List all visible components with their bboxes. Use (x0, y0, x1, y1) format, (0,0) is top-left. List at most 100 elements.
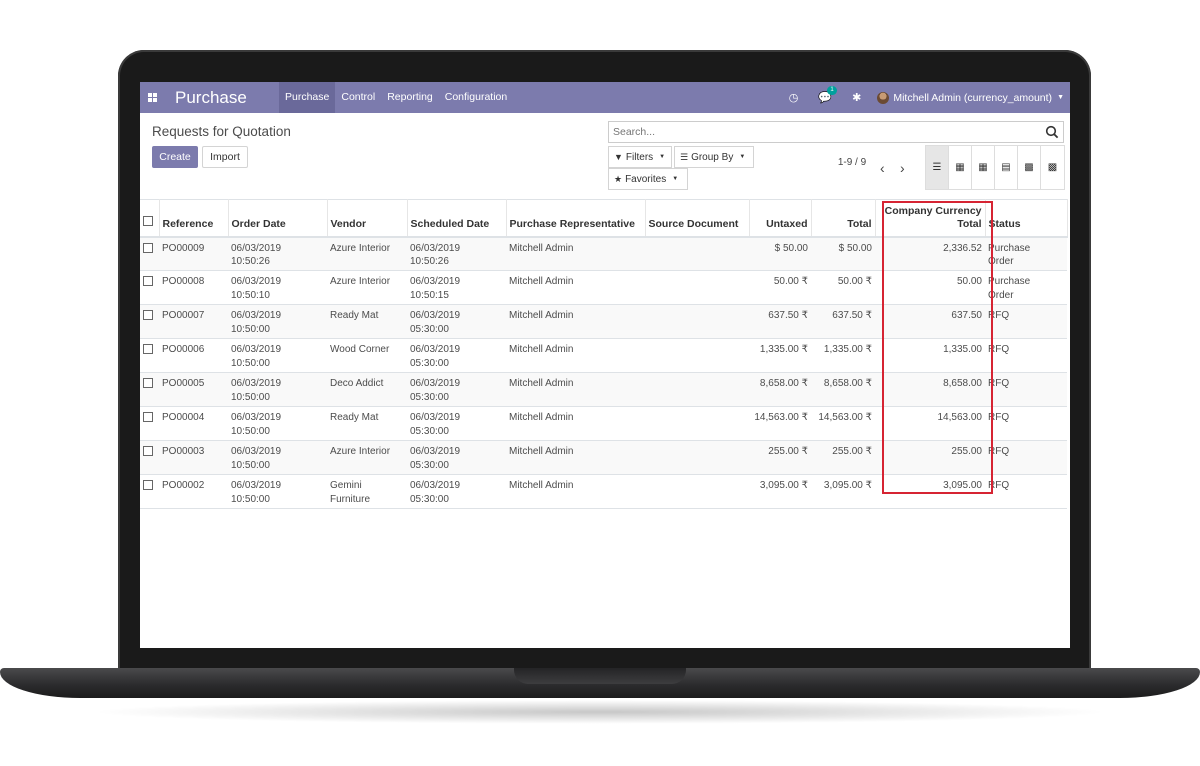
cell-purchase-representative: Mitchell Admin (506, 304, 645, 339)
cell-scheduled-date: 06/03/2019 05:30:00 (407, 474, 506, 509)
menu-item-control[interactable]: Control (335, 82, 381, 113)
menu-item-reporting[interactable]: Reporting (381, 82, 439, 113)
screen: Purchase Purchase Control Reporting Configu… (140, 82, 1070, 648)
cell-purchase-representative: Mitchell Admin (506, 338, 645, 373)
cell-total: 255.00 ₹ (811, 440, 875, 475)
cell-purchase-representative: Mitchell Admin (506, 474, 645, 509)
page-title: Requests for Quotation (152, 124, 291, 139)
apps-menu-icon[interactable] (140, 82, 164, 113)
column-header-total[interactable]: Total (811, 199, 876, 238)
column-header-order-date[interactable]: Order Date (228, 199, 328, 238)
pager-value[interactable]: 1-9 / 9 (836, 156, 868, 170)
user-menu[interactable]: Mitchell Admin (currency_amount) ▼ (877, 91, 1064, 104)
cell-untaxed: 255.00 ₹ (749, 440, 811, 475)
menu-item-configuration[interactable]: Configuration (439, 82, 513, 113)
favorites-button[interactable]: ★ Favorites ▼ (608, 168, 688, 190)
column-header-status[interactable]: Status (985, 199, 1068, 238)
cell-reference: PO00004 (159, 406, 228, 441)
top-navbar: Purchase Purchase Control Reporting Configu… (140, 82, 1070, 113)
cell-untaxed: 50.00 ₹ (749, 270, 811, 305)
cell-company-currency-total: 1,335.00 (875, 338, 985, 373)
table-row[interactable]: PO00004 06/03/2019 10:50:00 Ready Mat 06/03… (140, 406, 1067, 441)
pager-next-icon[interactable]: › (900, 160, 905, 176)
favorites-label: Favorites (625, 173, 667, 185)
row-checkbox[interactable] (143, 344, 153, 354)
cell-status: RFQ (985, 372, 1067, 407)
table-row[interactable]: PO00007 06/03/2019 10:50:00 Ready Mat 06/03… (140, 304, 1067, 339)
cell-source-document (645, 304, 749, 339)
column-header-company-currency-total[interactable]: Company Currency Total (875, 199, 986, 238)
list-view-icon[interactable]: ☰ (926, 146, 949, 189)
messages-badge: 1 (827, 86, 837, 95)
pager-previous-icon[interactable]: ‹ (880, 160, 885, 176)
row-checkbox[interactable] (143, 378, 153, 388)
column-header-untaxed[interactable]: Untaxed (749, 199, 812, 238)
kanban-view-icon[interactable]: ▦ (949, 146, 972, 189)
row-checkbox[interactable] (143, 242, 153, 253)
column-header-scheduled-date[interactable]: Scheduled Date (407, 199, 507, 238)
cell-scheduled-date: 06/03/2019 05:30:00 (407, 338, 506, 373)
row-checkbox[interactable] (143, 412, 153, 422)
cell-order-date: 06/03/2019 10:50:26 (228, 236, 327, 271)
cell-order-date: 06/03/2019 10:50:10 (228, 270, 327, 305)
grid-view-icon[interactable]: ▩ (1041, 146, 1064, 189)
column-header-source-document[interactable]: Source Document (645, 199, 750, 238)
row-checkbox[interactable] (143, 276, 153, 286)
debug-bug-icon[interactable]: ✱ (852, 91, 861, 104)
pivot-view-icon[interactable]: ▦ (972, 146, 995, 189)
column-header-purchase-representative[interactable]: Purchase Representative (506, 199, 646, 238)
row-select-cell (140, 338, 159, 373)
cell-total: 50.00 ₹ (811, 270, 875, 305)
activity-clock-icon[interactable]: ◷ (789, 91, 799, 104)
cell-total: 8,658.00 ₹ (811, 372, 875, 407)
table-row[interactable]: PO00008 06/03/2019 10:50:10 Azure Interior… (140, 270, 1067, 305)
table-row[interactable]: PO00005 06/03/2019 10:50:00 Deco Addict 06/… (140, 372, 1067, 407)
calendar-view-icon[interactable]: ▩ (1018, 146, 1041, 189)
star-icon: ★ (614, 173, 623, 184)
cell-vendor: Azure Interior (327, 236, 407, 271)
cell-untaxed: 637.50 ₹ (749, 304, 811, 339)
table-row[interactable]: PO00006 06/03/2019 10:50:00 Wood Corner 06/… (140, 338, 1067, 373)
groupby-button[interactable]: ☰ Group By ▼ (674, 146, 754, 168)
column-header-vendor[interactable]: Vendor (327, 199, 408, 238)
cell-untaxed: 14,563.00 ₹ (749, 406, 811, 441)
table-body: PO00009 06/03/2019 10:50:26 Azure Interior… (140, 236, 1067, 509)
graph-view-icon[interactable]: ▤ (995, 146, 1018, 189)
table-row[interactable]: PO00003 06/03/2019 10:50:00 Azure Interior… (140, 440, 1067, 475)
cell-purchase-representative: Mitchell Admin (506, 270, 645, 305)
cell-scheduled-date: 06/03/2019 10:50:15 (407, 270, 506, 305)
cell-total: $ 50.00 (811, 236, 875, 271)
select-all-checkbox[interactable] (143, 215, 153, 226)
avatar (877, 91, 890, 104)
cell-reference: PO00005 (159, 372, 228, 407)
cell-company-currency-total: 8,658.00 (875, 372, 985, 407)
cell-source-document (645, 338, 749, 373)
cell-company-currency-total: 255.00 (875, 440, 985, 475)
filters-button[interactable]: ▼ Filters ▼ (608, 146, 672, 168)
messages-icon[interactable]: 💬 1 (818, 86, 837, 104)
table-row[interactable]: PO00002 06/03/2019 10:50:00 Gemini Furnitu… (140, 474, 1067, 509)
app-brand[interactable]: Purchase (175, 88, 279, 108)
row-select-cell (140, 270, 159, 305)
table-row[interactable]: PO00009 06/03/2019 10:50:26 Azure Interior… (140, 236, 1067, 271)
row-checkbox[interactable] (143, 310, 153, 320)
column-header-reference[interactable]: Reference (159, 199, 229, 238)
cell-total: 1,335.00 ₹ (811, 338, 875, 373)
cell-status: RFQ (985, 474, 1067, 509)
create-button[interactable]: Create (152, 146, 198, 168)
cell-scheduled-date: 06/03/2019 05:30:00 (407, 372, 506, 407)
filters-label: Filters (625, 151, 654, 163)
cell-order-date: 06/03/2019 10:50:00 (228, 372, 327, 407)
main-menu: Purchase Control Reporting Configuration (279, 82, 513, 113)
cell-purchase-representative: Mitchell Admin (506, 406, 645, 441)
cell-source-document (645, 236, 749, 271)
menu-item-purchase[interactable]: Purchase (279, 82, 336, 113)
laptop-notch (514, 668, 686, 684)
row-checkbox[interactable] (143, 480, 153, 490)
row-checkbox[interactable] (143, 446, 153, 456)
cell-reference: PO00007 (159, 304, 228, 339)
import-button[interactable]: Import (202, 146, 248, 168)
search-icon[interactable] (1045, 125, 1059, 139)
chevron-down-icon: ▼ (1057, 94, 1064, 101)
search-input[interactable] (613, 126, 1033, 138)
